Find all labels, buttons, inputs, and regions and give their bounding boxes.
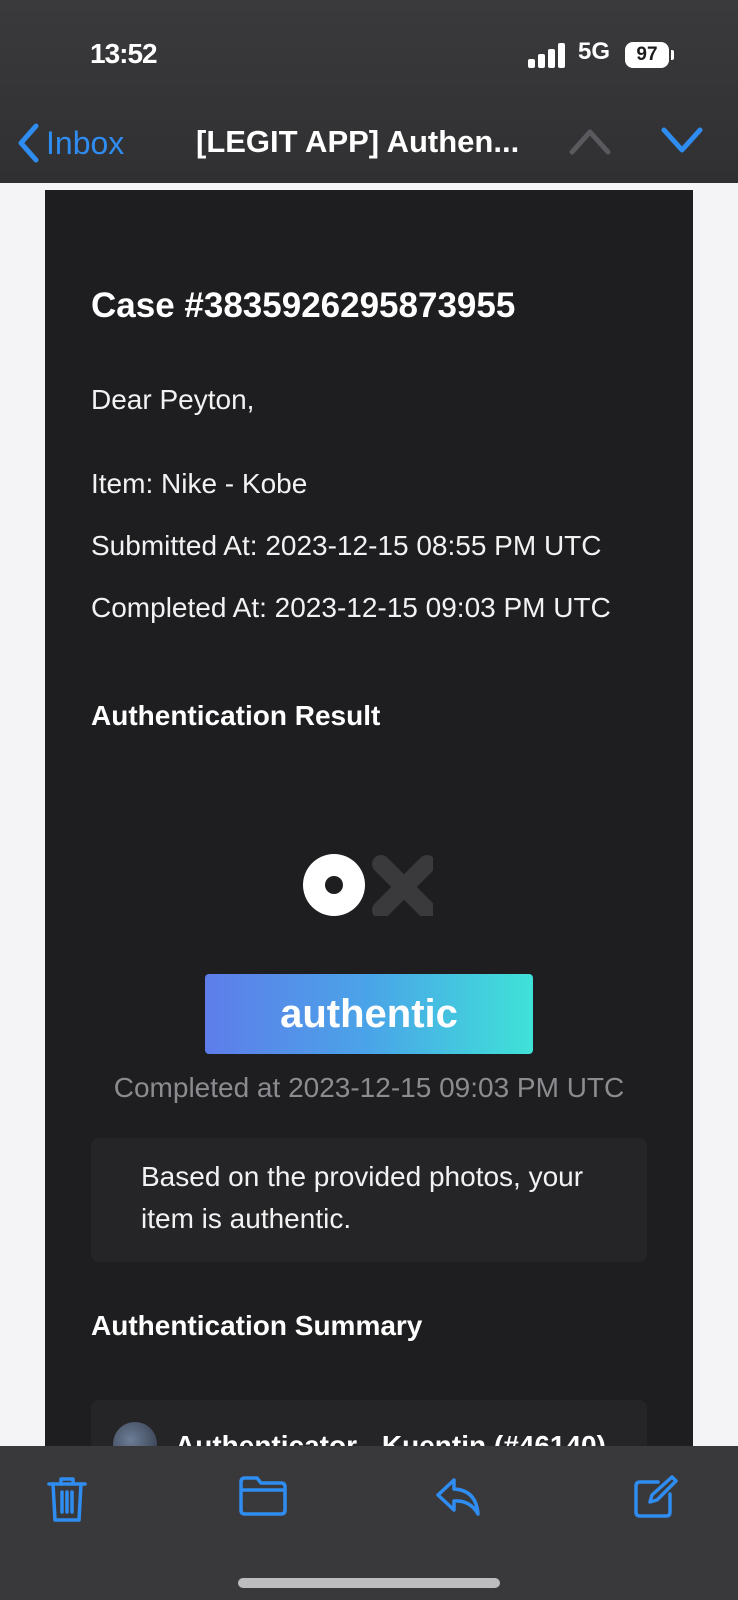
bottom-toolbar	[0, 1446, 738, 1600]
compose-icon	[634, 1475, 678, 1518]
battery-level: 97	[636, 44, 658, 65]
result-heading: Authentication Result	[91, 700, 381, 731]
battery-tip	[671, 50, 674, 60]
authenticator-row: Authenticator - Kuentin (#46140)	[91, 1400, 647, 1448]
email-body: Case #3835926295873955 Dear Peyton, Item…	[45, 190, 693, 1448]
greeting: Dear Peyton,	[91, 384, 255, 415]
trash-icon	[47, 1477, 87, 1522]
badge-label: authentic	[280, 991, 458, 1036]
case-title: Case #3835926295873955	[91, 286, 516, 325]
reply-button[interactable]	[434, 1474, 482, 1523]
back-to-inbox-button[interactable]: Inbox	[16, 118, 124, 168]
status-time: 13:52	[90, 38, 158, 69]
authentic-badge: authentic	[205, 974, 533, 1054]
item-line: Item: Nike - Kobe	[91, 468, 308, 499]
summary-heading: Authentication Summary	[91, 1310, 423, 1341]
result-message-box: Based on the provided photos, your item …	[91, 1138, 647, 1262]
network-type: 5G	[578, 38, 611, 65]
legit-app-logo	[303, 854, 433, 916]
completed-at-line: Completed At: 2023-12-15 09:03 PM UTC	[91, 592, 611, 623]
chevron-up-icon	[569, 129, 611, 155]
compose-button[interactable]	[632, 1474, 678, 1525]
chevron-down-icon	[661, 127, 703, 153]
folder-icon	[239, 1476, 287, 1516]
battery-icon: 97	[625, 42, 669, 68]
move-to-folder-button[interactable]	[238, 1474, 288, 1523]
next-message-button[interactable]	[660, 126, 704, 161]
avatar	[113, 1422, 157, 1448]
previous-message-button[interactable]	[568, 126, 612, 161]
cellular-signal-icon	[528, 42, 566, 68]
badge-completed-at: Completed at 2023-12-15 09:03 PM UTC	[113, 1072, 625, 1103]
back-label: Inbox	[46, 124, 125, 161]
result-message: Based on the provided photos, your item …	[141, 1161, 584, 1234]
delete-button[interactable]	[46, 1474, 88, 1529]
top-bar: 13:52 5G 97 Inbox [LEGIT APP] Authen...	[0, 0, 738, 183]
chevron-left-icon	[18, 123, 39, 163]
home-indicator	[238, 1578, 500, 1588]
email-subject: [LEGIT APP] Authen...	[196, 124, 520, 159]
reply-icon	[436, 1478, 480, 1516]
submitted-at: Submitted At: 2023-12-15 08:55 PM UTC	[91, 530, 602, 561]
